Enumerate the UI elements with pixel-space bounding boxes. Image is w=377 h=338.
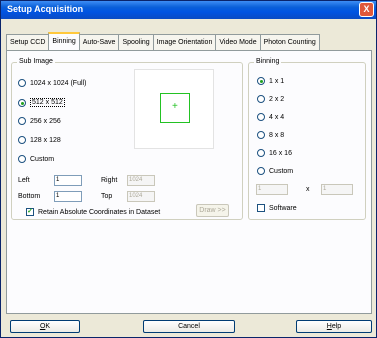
- radio-button[interactable]: [257, 167, 265, 175]
- radio-bin-4x4[interactable]: 4 x 4: [257, 113, 284, 121]
- retain-coordinates-checkbox[interactable]: ✓ Retain Absolute Coordinates in Dataset: [26, 208, 160, 216]
- radio-label: 2 x 2: [269, 95, 285, 103]
- custom-bin-y-input[interactable]: 1: [321, 184, 353, 195]
- close-icon: X: [363, 4, 370, 14]
- radio-bin-1x1[interactable]: 1 x 1: [257, 77, 284, 85]
- radio-label: Custom: [30, 155, 55, 163]
- radio-bin-custom[interactable]: Custom: [257, 167, 293, 175]
- radio-1024-full[interactable]: 1024 x 1024 (Full): [18, 79, 86, 87]
- binning-group: Binning 1 x 1 2 x 2 4 x 4 8 x 8 16 x 16: [248, 58, 366, 220]
- radio-512[interactable]: 512 x 512: [18, 98, 65, 107]
- left-label: Left: [18, 177, 30, 184]
- radio-label: 256 x 256: [30, 117, 61, 125]
- tab-video-mode[interactable]: Video Mode: [215, 34, 261, 50]
- tab-spooling[interactable]: Spooling: [118, 34, 154, 50]
- radio-button[interactable]: [18, 117, 26, 125]
- draw-button[interactable]: Draw >>: [196, 204, 229, 217]
- top-label: Top: [101, 193, 113, 200]
- top-input[interactable]: 1024: [127, 191, 155, 202]
- radio-bin-2x2[interactable]: 2 x 2: [257, 95, 284, 103]
- radio-bin-8x8[interactable]: 8 x 8: [257, 131, 284, 139]
- sub-image-group: Sub Image 1024 x 1024 (Full) 512 x 512 2…: [11, 58, 243, 220]
- checkbox-unchecked[interactable]: [257, 204, 265, 212]
- bottom-label: Bottom: [18, 193, 41, 200]
- radio-label: 16 x 16: [269, 149, 292, 157]
- ok-button[interactable]: OK: [10, 320, 80, 333]
- tab-setup-ccd[interactable]: Setup CCD: [6, 34, 50, 50]
- tab-image-orientation[interactable]: Image Orientation: [152, 34, 217, 50]
- radio-label: Custom: [269, 167, 294, 175]
- radio-label: 4 x 4: [269, 113, 285, 121]
- radio-128[interactable]: 128 x 128: [18, 136, 61, 144]
- title-bar[interactable]: Setup Acquisition X: [1, 1, 376, 19]
- setup-acquisition-dialog: Setup Acquisition X Setup CCD Binning Au…: [0, 0, 377, 338]
- radio-button[interactable]: [18, 155, 26, 163]
- radio-button[interactable]: [257, 131, 265, 139]
- radio-custom[interactable]: Custom: [18, 155, 54, 163]
- custom-bin-separator: x: [306, 186, 310, 193]
- radio-button[interactable]: [257, 95, 265, 103]
- radio-button[interactable]: [257, 149, 265, 157]
- software-checkbox[interactable]: Software: [257, 204, 297, 212]
- radio-label: 1 x 1: [269, 77, 285, 85]
- help-label-rest: elp: [331, 323, 342, 330]
- checkbox-label: Software: [269, 204, 297, 212]
- cancel-label: Cancel: [178, 323, 200, 330]
- tab-auto-save[interactable]: Auto-Save: [78, 34, 120, 50]
- radio-label: 1024 x 1024 (Full): [30, 79, 87, 87]
- right-label: Right: [101, 177, 118, 184]
- help-button[interactable]: Help: [296, 320, 372, 333]
- window-title: Setup Acquisition: [7, 4, 84, 14]
- radio-button-selected[interactable]: [257, 77, 265, 85]
- radio-256[interactable]: 256 x 256: [18, 117, 61, 125]
- custom-bin-x-input[interactable]: 1: [256, 184, 288, 195]
- radio-button[interactable]: [257, 113, 265, 121]
- radio-bin-16x16[interactable]: 16 x 16: [257, 149, 292, 157]
- sub-image-preview[interactable]: +: [134, 69, 214, 149]
- cancel-button[interactable]: Cancel: [143, 320, 235, 333]
- tab-strip: Setup CCD Binning Auto-Save Spooling Ima…: [6, 32, 320, 50]
- radio-button[interactable]: [18, 79, 26, 87]
- ok-label-rest: K: [45, 323, 51, 330]
- radio-button[interactable]: [18, 136, 26, 144]
- radio-label: 8 x 8: [269, 131, 285, 139]
- crosshair-icon: +: [172, 101, 178, 112]
- tab-binning[interactable]: Binning: [48, 32, 80, 50]
- binning-group-label: Binning: [254, 58, 282, 65]
- radio-button-selected[interactable]: [18, 98, 26, 107]
- checkbox-checked[interactable]: ✓: [26, 208, 34, 216]
- left-input[interactable]: 1: [54, 175, 82, 186]
- checkbox-label: Retain Absolute Coordinates in Dataset: [38, 208, 161, 216]
- right-input[interactable]: 1024: [127, 175, 155, 186]
- sub-image-group-label: Sub Image: [17, 58, 55, 65]
- radio-label: 128 x 128: [30, 136, 61, 144]
- close-button[interactable]: X: [359, 2, 374, 17]
- roi-rectangle[interactable]: +: [160, 93, 190, 123]
- bottom-input[interactable]: 1: [54, 191, 82, 202]
- binning-tab-panel: Sub Image 1024 x 1024 (Full) 512 x 512 2…: [6, 50, 372, 314]
- radio-label: 512 x 512: [30, 98, 65, 107]
- tab-photon-counting[interactable]: Photon Counting: [259, 34, 320, 50]
